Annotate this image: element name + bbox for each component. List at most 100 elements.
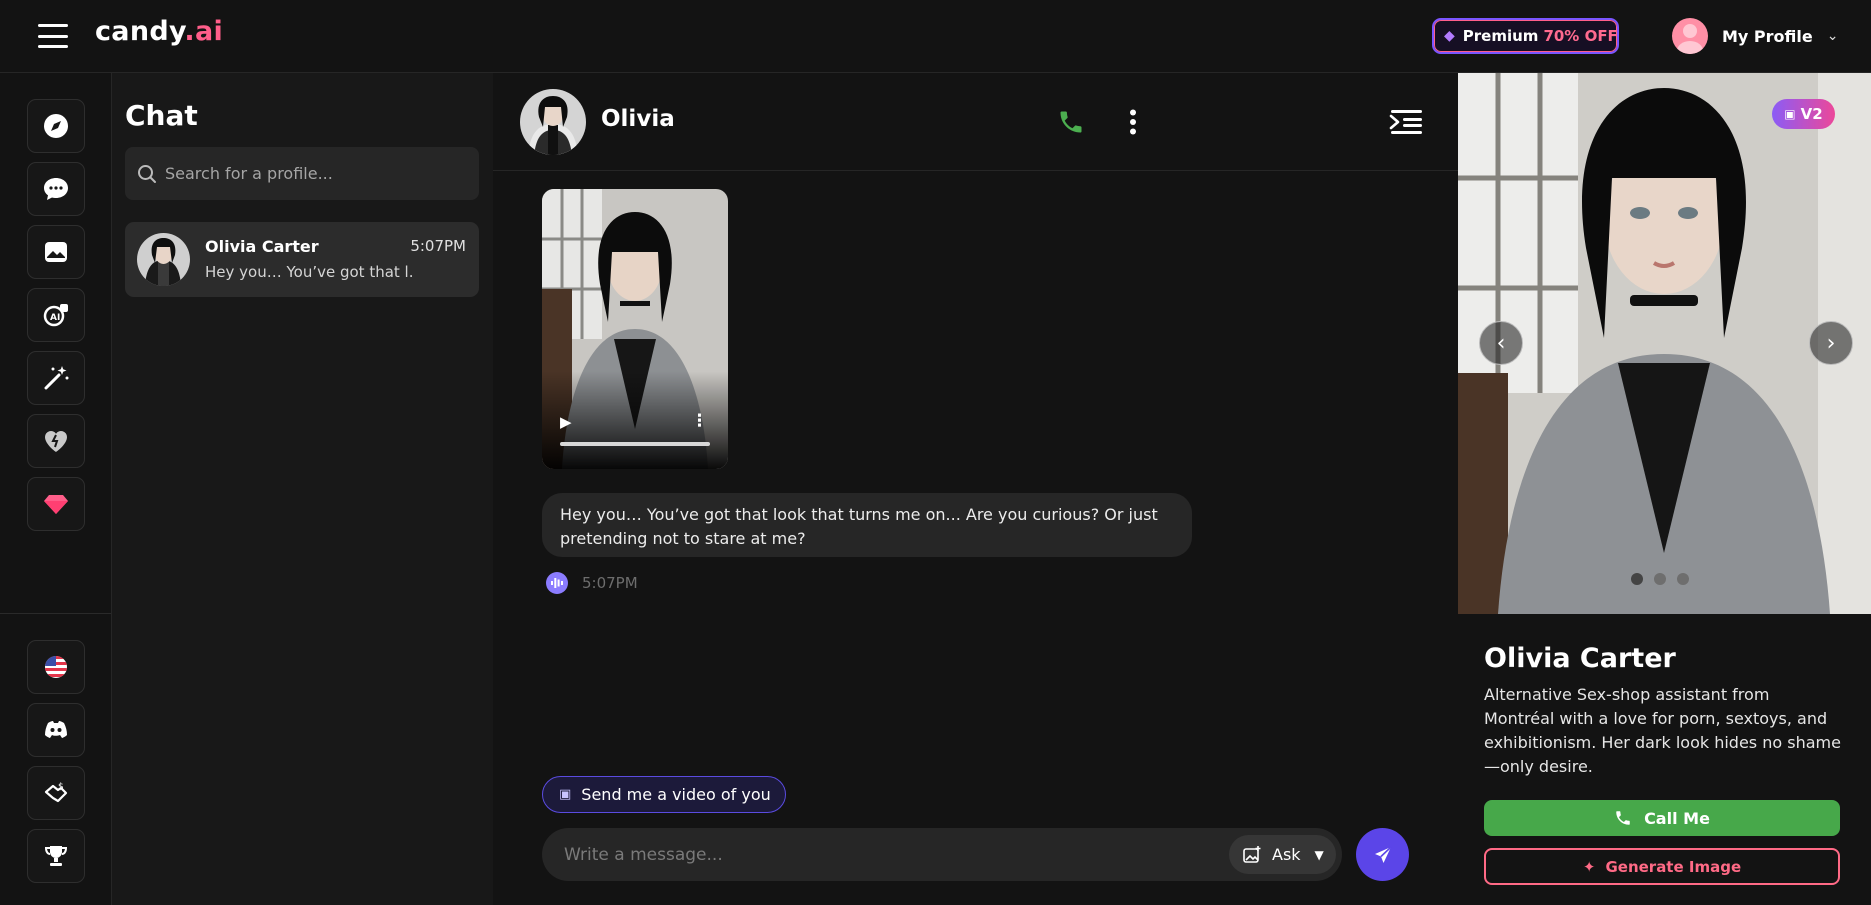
suggestion-chip[interactable]: ▣ Send me a video of you xyxy=(542,776,786,813)
chevron-right-icon: › xyxy=(1826,330,1836,356)
call-me-button[interactable]: Call Me xyxy=(1484,800,1840,836)
svg-text:$: $ xyxy=(58,782,64,792)
conversation-item[interactable]: Olivia Carter 5:07PM Hey you… You’ve got… xyxy=(125,222,479,297)
chat-title: Olivia xyxy=(601,106,675,132)
collapse-panel-icon xyxy=(1389,110,1422,134)
trophy-icon xyxy=(44,846,68,866)
chat-list-title: Chat xyxy=(125,99,198,132)
magic-button[interactable] xyxy=(27,351,85,405)
generate-icon: ✦ xyxy=(1582,857,1596,876)
suggestion-label: Send me a video of you xyxy=(581,785,771,804)
profile-name: Olivia Carter xyxy=(1484,643,1676,674)
affiliate-icon: $ xyxy=(44,782,68,803)
send-button[interactable] xyxy=(1356,828,1409,881)
profile-panel: ▣ V2 ‹ › Olivia Carter Alternative Sex-s… xyxy=(1458,73,1871,905)
heart-icon xyxy=(45,431,67,452)
chat-list-panel: Chat Olivia Carter 5:07PM Hey you… You’v… xyxy=(112,73,493,905)
hamburger-menu-icon[interactable] xyxy=(38,24,68,48)
affiliate-button[interactable]: $ xyxy=(27,766,85,820)
top-bar: candy.ai ◆ Premium 70% OFF My Profile ⌄ xyxy=(0,0,1871,73)
video-progress-bar[interactable] xyxy=(560,442,710,446)
diamond-icon xyxy=(44,495,68,514)
image-ask-icon xyxy=(1243,845,1261,863)
compass-icon xyxy=(44,114,68,138)
carousel-dot[interactable] xyxy=(1631,573,1643,585)
avatar xyxy=(1672,18,1708,54)
ai-avatar-icon: AI xyxy=(43,304,68,327)
chat-bubble-icon xyxy=(44,178,68,200)
ask-dropdown[interactable]: Ask ▼ xyxy=(1229,835,1336,874)
icon-rail: AI $ xyxy=(0,73,112,905)
gallery-button[interactable] xyxy=(27,225,85,279)
chat-main: Olivia ▶ ⋮ Hey you… You’ve got that look… xyxy=(493,73,1458,905)
image-icon: ▣ xyxy=(1784,107,1796,121)
premium-rail-button[interactable] xyxy=(27,477,85,531)
chevron-left-icon: ‹ xyxy=(1496,330,1506,356)
profile-label: My Profile xyxy=(1722,26,1813,46)
logo-text: candy xyxy=(95,16,185,47)
app-logo[interactable]: candy.ai xyxy=(95,16,223,47)
rail-divider xyxy=(0,613,111,614)
avatar[interactable] xyxy=(520,89,586,155)
phone-icon xyxy=(1060,111,1082,133)
audio-wave-icon xyxy=(551,578,563,588)
discord-button[interactable] xyxy=(27,703,85,757)
ask-label: Ask xyxy=(1272,845,1301,864)
carousel-dots xyxy=(1631,573,1689,585)
gem-icon: ◆ xyxy=(1444,28,1455,44)
more-options-button[interactable] xyxy=(1115,104,1151,140)
carousel-prev-button[interactable]: ‹ xyxy=(1479,321,1523,365)
phone-icon xyxy=(1616,811,1630,825)
profile-description: Alternative Sex-shop assistant from Mont… xyxy=(1484,685,1841,776)
carousel-dot[interactable] xyxy=(1654,573,1666,585)
image-gallery-icon xyxy=(45,242,67,262)
message-bubble: Hey you… You’ve got that look that turns… xyxy=(542,493,1192,557)
robot-icon: ▣ xyxy=(559,787,572,802)
svg-text:AI: AI xyxy=(50,313,60,323)
toggle-panel-button[interactable] xyxy=(1388,104,1424,140)
conversation-time: 5:07PM xyxy=(410,237,466,255)
profile-menu[interactable]: My Profile ⌄ xyxy=(1672,17,1838,55)
message-composer: Ask ▼ xyxy=(542,828,1342,881)
chat-button[interactable] xyxy=(27,162,85,216)
premium-button[interactable]: ◆ Premium 70% OFF xyxy=(1432,18,1619,54)
generate-image-button[interactable]: ✦ Generate Image xyxy=(1484,848,1840,885)
search-icon xyxy=(138,164,156,183)
magic-wand-icon xyxy=(44,366,69,390)
kebab-menu-icon xyxy=(1130,109,1136,135)
search-box[interactable] xyxy=(125,147,479,200)
us-flag-icon xyxy=(45,656,67,678)
video-message[interactable]: ▶ ⋮ xyxy=(542,189,728,469)
chat-header: Olivia xyxy=(493,73,1458,171)
profile-photo-carousel[interactable]: ▣ V2 ‹ › xyxy=(1458,73,1871,614)
carousel-dot[interactable] xyxy=(1677,573,1689,585)
discord-icon xyxy=(45,721,67,738)
language-button[interactable] xyxy=(27,640,85,694)
message-meta: 5:07PM xyxy=(546,572,638,594)
search-input[interactable] xyxy=(165,164,465,183)
chevron-down-icon: ▼ xyxy=(1314,847,1324,862)
premium-discount: 70% OFF xyxy=(1543,27,1618,45)
premium-label: Premium xyxy=(1462,27,1539,45)
call-button[interactable] xyxy=(1053,104,1089,140)
play-icon[interactable]: ▶ xyxy=(560,413,572,431)
call-me-label: Call Me xyxy=(1644,808,1710,828)
chevron-down-icon: ⌄ xyxy=(1826,28,1839,44)
send-icon xyxy=(1374,845,1392,863)
logo-accent: .ai xyxy=(184,16,224,47)
generate-image-label: Generate Image xyxy=(1605,857,1742,876)
conversation-name: Olivia Carter xyxy=(205,237,319,256)
message-input[interactable] xyxy=(564,844,1204,865)
message-time: 5:07PM xyxy=(582,574,638,592)
version-badge[interactable]: ▣ V2 xyxy=(1772,99,1835,129)
explore-button[interactable] xyxy=(27,99,85,153)
version-label: V2 xyxy=(1800,105,1823,123)
leaderboard-button[interactable] xyxy=(27,829,85,883)
play-voice-button[interactable] xyxy=(546,572,568,594)
conversation-preview: Hey you… You’ve got that l... xyxy=(205,263,415,281)
avatar xyxy=(137,233,190,286)
ai-avatar-button[interactable]: AI xyxy=(27,288,85,342)
carousel-next-button[interactable]: › xyxy=(1809,321,1853,365)
video-more-icon[interactable]: ⋮ xyxy=(691,411,708,431)
favorites-button[interactable] xyxy=(27,414,85,468)
